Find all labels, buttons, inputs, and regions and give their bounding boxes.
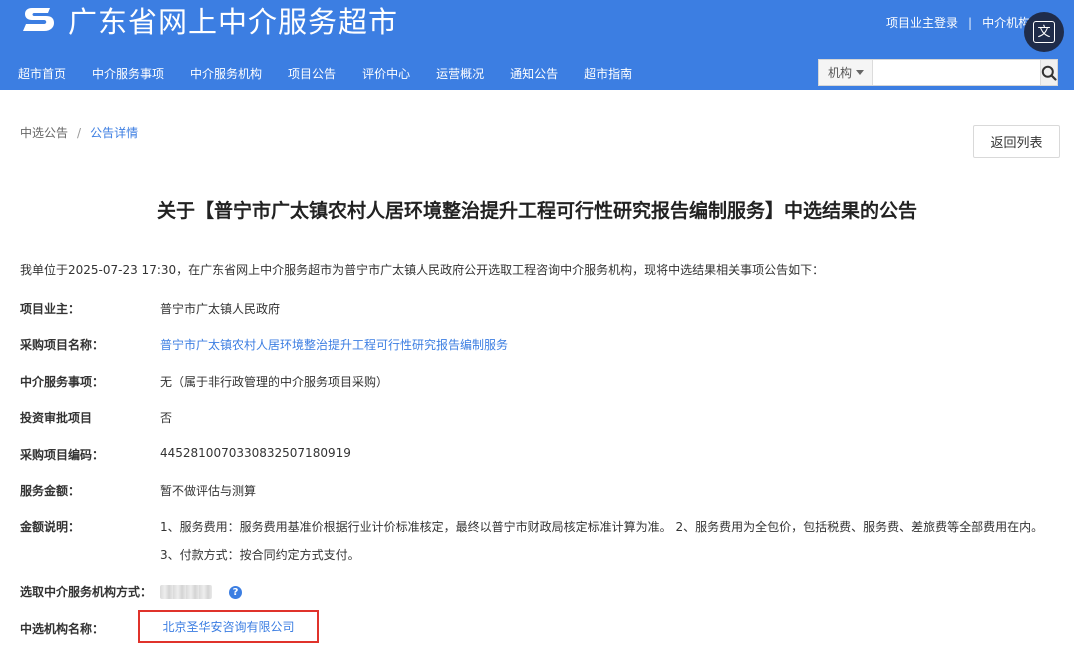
project-code-value: 445281007033083250718091​9 [160,446,351,460]
selected-agency-link[interactable]: 北京圣华安咨询有限公司 [162,618,294,635]
back-to-list-button[interactable]: 返回列表 [973,125,1060,158]
top-links-separator: | [968,15,973,30]
translate-button[interactable]: 文 [1024,12,1064,52]
search-icon [1041,65,1057,81]
project-name-link[interactable]: 普宁市广太镇农村人居环境整治提升工程可行性研究报告编制服务 [160,336,508,353]
site-name: 广东省网上中介服务超市 [68,5,399,39]
nav-item-guide[interactable]: 超市指南 [584,65,632,82]
project-code-label: 采购项目编码： [20,448,105,462]
nav-item-project-notices[interactable]: 项目公告 [288,65,336,82]
page-title: 关于【普宁市广太镇农村人居环境整治提升工程可行性研究报告编制服务】中选结果的公告 [156,200,917,222]
site-logo[interactable]: 广东省网上中介服务超市 [20,2,399,39]
amount-note-line-1: 1、服务费用：服务费用基准价根据行业计价标准核定，最终以普宁市财政局核定标准计算… [160,520,1044,534]
logo-icon [23,8,54,31]
chevron-down-icon [856,70,864,75]
nav-item-agencies[interactable]: 中介服务机构 [190,65,262,82]
investment-approval-value: 否 [160,411,173,425]
nav-item-notices[interactable]: 通知公告 [510,65,558,82]
search-bar: 机构 [818,59,1058,86]
owner-login-link[interactable]: 项目业主登录 [886,14,958,31]
search-category-value: 机构 [828,66,853,80]
project-name-label: 采购项目名称： [20,338,105,352]
selected-agency-highlight: 北京圣华安咨询有限公司 [138,610,319,643]
service-item-value: 无（属于非行政管理的中介服务项目采购） [160,375,389,389]
selected-agency-label: 中选机构名称： [20,622,105,636]
selection-method-redacted-value [160,585,212,599]
breadcrumb-separator: / [77,125,82,140]
service-item-label: 中介服务事项： [20,375,105,389]
breadcrumb-parent[interactable]: 中选公告 [20,124,68,141]
investment-approval-label: 投资审批项目 [20,411,93,425]
nav-item-operations[interactable]: 运营概况 [436,65,484,82]
selection-method-label: 选取中介服务机构方式： [20,585,153,599]
main-nav: 超市首页 中介服务事项 中介服务机构 项目公告 评价中心 运营概况 通知公告 超… [18,60,658,86]
owner-label: 项目业主： [20,302,81,316]
agency-login-link[interactable]: 中介机构 [982,14,1030,31]
breadcrumb: 中选公告 / 公告详情 [20,124,138,141]
amount-note-label: 金额说明： [20,520,81,534]
search-input[interactable] [873,60,1040,85]
help-icon[interactable]: ? [229,586,242,599]
search-button[interactable] [1040,60,1057,85]
amount-note-line-2: 3、付款方式：按合同约定方式支付。 [160,548,360,562]
nav-item-home[interactable]: 超市首页 [18,65,66,82]
amount-label: 服务金额： [20,484,81,498]
amount-value: 暂不做评估与测算 [160,484,257,498]
site-header: 广东省网上中介服务超市 项目业主登录 | 中介机构 文 超市首页 中介服务事项 … [0,0,1074,90]
owner-value: 普宁市广太镇人民政府 [160,302,281,316]
top-links: 项目业主登录 | 中介机构 [886,14,1030,31]
search-category-select[interactable]: 机构 [819,60,873,85]
nav-item-service-items[interactable]: 中介服务事项 [92,65,164,82]
breadcrumb-current: 公告详情 [90,126,139,140]
translate-icon: 文 [1033,21,1055,43]
nav-item-evaluation[interactable]: 评价中心 [362,65,410,82]
announcement-intro: 我单位于2025-07-23 17:30，在广东省网上中介服务超市为普宁市广太镇… [20,263,825,277]
